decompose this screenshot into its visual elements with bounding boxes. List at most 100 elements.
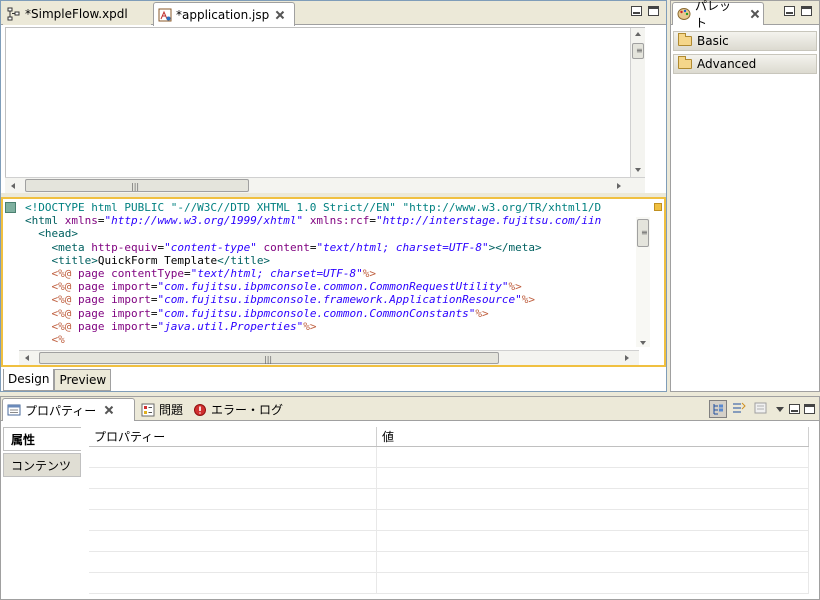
tab-palette[interactable]: パレット [672,0,764,30]
grip-icon: ≡ [636,46,643,55]
scroll-thumb[interactable]: ≡ [637,219,649,247]
show-categories-icon[interactable] [709,400,727,418]
code-line[interactable]: <% [25,333,634,346]
palette-drawer-basic[interactable]: Basic [673,31,817,51]
minimize-icon[interactable] [784,6,795,16]
line-gutter [3,199,19,349]
scroll-down-icon[interactable] [640,341,646,345]
scroll-left-icon[interactable] [11,183,15,189]
scroll-left-icon[interactable] [25,355,29,361]
code-line[interactable]: <!DOCTYPE html PUBLIC "-//W3C//DTD XHTML… [25,201,634,214]
code-line[interactable]: <%@ page import="com.fujitsu.ibpmconsole… [25,293,634,306]
code-line[interactable]: <title>QuickForm Template</title> [25,254,634,267]
view-menu-icon[interactable] [775,404,785,414]
scroll-thumb[interactable]: ||| [25,179,249,192]
code-token: %> [521,293,535,307]
scroll-right-icon[interactable] [625,355,629,361]
side-tab-attributes[interactable]: 属性 [3,427,81,451]
tab-problems[interactable]: 問題 [137,398,187,421]
palette-tab-bar: パレット [671,0,819,30]
code-line[interactable]: <meta http-equiv="content-type" content=… [25,241,634,254]
code-token: <title> [51,253,98,267]
bookmark-icon [5,202,16,213]
column-header-property[interactable]: プロパティー [89,427,377,446]
source-vertical-scrollbar[interactable]: ≡ [636,217,650,347]
code-token: = [150,306,158,320]
show-advanced-properties-icon[interactable] [731,400,749,418]
close-icon[interactable] [750,9,759,19]
palette-drawer-advanced[interactable]: Advanced [673,54,817,74]
code-token: <html [25,214,65,228]
code-token: %> [362,266,377,280]
scroll-right-icon[interactable] [617,183,621,189]
tab-simpleflow[interactable]: *SimpleFlow.xpdl [3,2,151,25]
code-token: </title> [217,253,271,267]
tab-application-jsp[interactable]: *application.jsp [153,2,295,26]
code-line[interactable]: String wid = CommonRequestUtility.getPar… [25,346,634,347]
tab-error-log[interactable]: エラー・ログ [189,398,287,421]
minimize-icon[interactable] [631,6,642,16]
source-code[interactable]: <!DOCTYPE html PUBLIC "-//W3C//DTD XHTML… [25,201,634,347]
code-line[interactable]: <head> [25,227,634,240]
table-row[interactable] [89,468,809,489]
design-vertical-scrollbar[interactable]: ≡ [630,28,645,178]
code-line[interactable]: <%@ page import="com.fujitsu.ibpmconsole… [25,307,634,320]
tab-properties[interactable]: プロパティー [2,398,135,421]
code-token: <!DOCTYPE html PUBLIC "-//W3C//DTD XHTML… [25,201,602,214]
properties-toolbar [709,400,815,418]
code-token: <%@ [51,280,78,294]
design-horizontal-scrollbar[interactable]: ||| [5,177,645,193]
table-row[interactable] [89,510,809,531]
properties-pane: プロパティー 問題 エラー・ログ 属性 コンテンツ プロパティー 値 [0,396,820,600]
tab-label: *application.jsp [176,7,270,22]
problems-icon [141,403,155,417]
restore-default-icon[interactable] [753,400,771,418]
tab-design[interactable]: Design [3,369,55,391]
scroll-down-icon[interactable] [635,168,641,172]
scroll-thumb[interactable]: ||| [39,352,499,364]
maximize-icon[interactable] [804,404,815,414]
scroll-thumb[interactable]: ≡ [632,43,644,59]
drawer-label: Advanced [697,57,757,71]
folder-icon [678,56,692,69]
table-row[interactable] [89,552,809,573]
close-icon[interactable] [104,405,114,415]
code-line[interactable]: <%@ page contentType="text/html; charset… [25,267,634,280]
code-token: = [97,214,105,228]
overview-ruler-marker-icon[interactable] [654,203,662,211]
table-row[interactable] [89,573,809,594]
table-row[interactable] [89,489,809,510]
side-tab-contents[interactable]: コンテンツ [3,453,81,477]
design-canvas[interactable]: ≡ [5,27,645,179]
source-horizontal-scrollbar[interactable]: ||| [19,350,639,365]
tab-label: 問題 [159,403,184,417]
grip-icon: ≡ [641,228,648,237]
source-editor[interactable]: <!DOCTYPE html PUBLIC "-//W3C//DTD XHTML… [1,197,666,367]
properties-icon [7,403,21,417]
code-line[interactable]: <%@ page import="java.util.Properties"%> [25,320,634,333]
column-header-value[interactable]: 値 [377,427,809,446]
table-row[interactable] [89,447,809,468]
tab-preview[interactable]: Preview [54,369,112,391]
close-icon[interactable] [275,10,285,20]
code-line[interactable]: <html xmlns="http://www.w3.org/1999/xhtm… [25,214,634,227]
palette-icon [677,7,691,21]
scroll-up-icon[interactable] [635,32,641,36]
minimize-icon[interactable] [789,404,800,414]
code-token: "text/html; charset=UTF-8" [190,266,363,280]
code-line[interactable]: <%@ page import="com.fujitsu.ibpmconsole… [25,280,634,293]
code-token: QuickForm Template [97,253,218,267]
tab-label: エラー・ログ [211,403,284,417]
code-token: <%@ [51,293,78,307]
table-row[interactable] [89,531,809,552]
maximize-icon[interactable] [648,6,659,16]
folder-icon [678,33,692,46]
maximize-icon[interactable] [801,6,812,16]
code-token: xmlns:rcf [309,214,370,228]
code-token: page [78,319,112,333]
code-token: = [150,293,158,307]
code-token: "com.fujitsu.ibpmconsole.common.CommonRe… [157,280,509,294]
code-token: = [150,280,158,294]
code-token: %> [475,306,489,320]
